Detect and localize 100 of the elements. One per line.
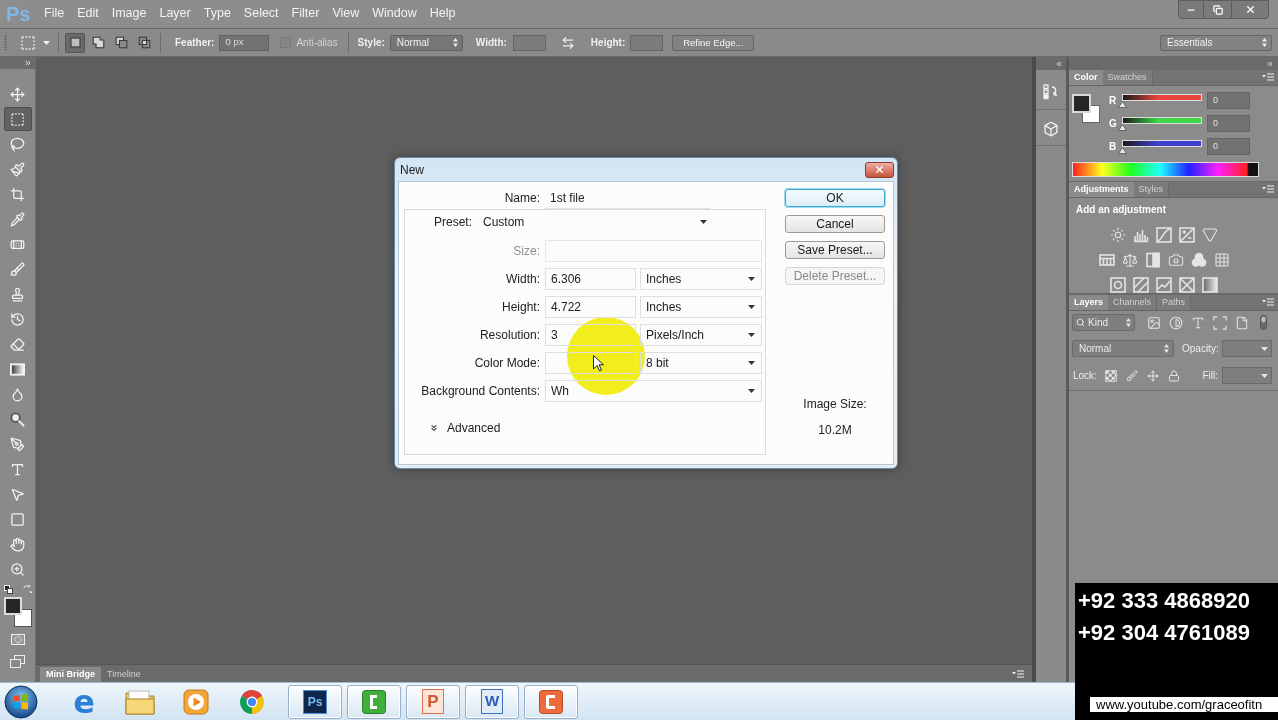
channel-value-input[interactable]: 0 bbox=[1207, 138, 1250, 155]
channel-value-input[interactable]: 0 bbox=[1207, 115, 1250, 132]
selection-mode-button[interactable] bbox=[65, 32, 85, 53]
panel-menu-icon[interactable] bbox=[1262, 73, 1274, 81]
number-input[interactable]: 6.306 bbox=[545, 268, 636, 290]
menu-item[interactable]: Image bbox=[111, 3, 147, 23]
pen-icon[interactable] bbox=[10, 436, 25, 452]
hand-icon[interactable] bbox=[10, 536, 25, 552]
expand-icon[interactable] bbox=[24, 59, 32, 67]
lock-icon[interactable] bbox=[1167, 369, 1180, 382]
menu-item[interactable]: View bbox=[332, 3, 360, 23]
menu-item[interactable]: Layer bbox=[159, 3, 191, 23]
dialog-button[interactable]: Save Preset... bbox=[785, 241, 885, 259]
plus-minus-square-icon[interactable] bbox=[1179, 226, 1195, 243]
text-icon[interactable] bbox=[10, 461, 25, 477]
bit-depth-select[interactable]: 8 bit bbox=[640, 352, 762, 374]
corner-brackets-icon[interactable] bbox=[1213, 315, 1227, 330]
panel-tab[interactable]: Color bbox=[1069, 70, 1103, 85]
panel-tab[interactable]: Adjustments bbox=[1069, 182, 1134, 197]
unit-select[interactable]: Pixels/Inch bbox=[640, 324, 762, 346]
panel-menu-icon[interactable] bbox=[1262, 298, 1274, 306]
three-circles-icon[interactable] bbox=[1190, 251, 1207, 268]
circle-square-icon[interactable] bbox=[1110, 276, 1126, 293]
zigzag-square-icon[interactable] bbox=[1156, 276, 1172, 293]
quick-mask-icon[interactable] bbox=[10, 634, 25, 645]
slider-thumb-icon[interactable] bbox=[1118, 100, 1127, 108]
lasso-icon[interactable] bbox=[10, 136, 25, 152]
droplet-icon[interactable] bbox=[10, 386, 25, 402]
feather-input[interactable]: 0 px bbox=[219, 34, 270, 51]
history-panel-icon[interactable] bbox=[1043, 83, 1059, 100]
eraser-icon[interactable] bbox=[10, 336, 25, 352]
stamp-icon[interactable] bbox=[10, 286, 25, 302]
refine-edge-button[interactable]: Refine Edge... bbox=[672, 34, 755, 51]
pointer-icon[interactable] bbox=[10, 486, 25, 502]
down-triangle-icon[interactable] bbox=[1202, 226, 1218, 243]
preset-select[interactable]: Custom bbox=[478, 211, 712, 233]
taskbar-button[interactable]: Ps bbox=[288, 684, 342, 719]
foreground-color-swatch[interactable] bbox=[1072, 94, 1091, 113]
number-input[interactable]: 4.722 bbox=[545, 296, 636, 318]
panel-tab[interactable]: Timeline bbox=[101, 667, 147, 682]
name-input[interactable]: 1st file bbox=[545, 187, 710, 209]
taskbar-button[interactable] bbox=[347, 684, 401, 719]
taskbar-button[interactable]: W bbox=[465, 684, 519, 719]
restore-button[interactable] bbox=[1204, 0, 1231, 19]
dashed-square-icon[interactable] bbox=[10, 111, 25, 127]
page-icon[interactable] bbox=[1235, 315, 1249, 330]
swap-colors-icon[interactable] bbox=[22, 584, 32, 594]
tool-preset-button[interactable] bbox=[20, 34, 50, 51]
menu-item[interactable]: Filter bbox=[291, 3, 320, 23]
gradient-square-icon[interactable] bbox=[1202, 276, 1218, 293]
lollipop-icon[interactable] bbox=[10, 411, 25, 427]
diagonal-stripe-square-icon[interactable] bbox=[1133, 276, 1149, 293]
taskbar-button[interactable] bbox=[524, 684, 578, 719]
eyedropper-icon[interactable] bbox=[10, 211, 25, 227]
dialog-close-button[interactable] bbox=[865, 161, 894, 178]
panel-tab[interactable]: Mini Bridge bbox=[40, 667, 101, 682]
paintbrush-icon[interactable] bbox=[10, 161, 25, 177]
zoom-icon[interactable] bbox=[10, 561, 25, 577]
swap-arrows-icon[interactable] bbox=[560, 35, 575, 50]
brush-icon[interactable] bbox=[10, 261, 25, 277]
close-button[interactable] bbox=[1231, 0, 1269, 19]
menu-item[interactable]: Help bbox=[429, 3, 456, 23]
layer-filter-select[interactable]: Kind bbox=[1072, 314, 1135, 331]
sun-icon[interactable] bbox=[1110, 226, 1126, 243]
panel-tab[interactable]: Paths bbox=[1157, 295, 1192, 310]
menu-item[interactable]: Select bbox=[243, 3, 279, 23]
move-icon[interactable] bbox=[10, 86, 25, 102]
move-icon[interactable] bbox=[1146, 369, 1159, 382]
collapse-icon[interactable] bbox=[1055, 59, 1063, 68]
opacity-input[interactable] bbox=[1222, 340, 1272, 357]
taskbar-button[interactable]: e bbox=[56, 684, 112, 719]
panel-tab[interactable]: Layers bbox=[1069, 295, 1109, 310]
crop-icon[interactable] bbox=[10, 186, 25, 202]
screen-mode-icon[interactable] bbox=[10, 655, 25, 668]
menu-item[interactable]: File bbox=[44, 3, 65, 23]
toggle-switch-icon[interactable] bbox=[1260, 315, 1267, 330]
color-spectrum-bar[interactable] bbox=[1072, 162, 1259, 177]
channel-value-input[interactable]: 0 bbox=[1207, 92, 1250, 109]
default-colors-icon[interactable] bbox=[3, 584, 13, 594]
cube-icon[interactable] bbox=[1043, 120, 1059, 137]
x-square-icon[interactable] bbox=[1179, 276, 1195, 293]
striped-bar-icon[interactable] bbox=[1098, 251, 1115, 268]
checkerboard-icon[interactable] bbox=[1104, 369, 1117, 382]
menu-item[interactable]: Window bbox=[372, 3, 417, 23]
curve-graph-icon[interactable] bbox=[1156, 226, 1172, 243]
menu-item[interactable]: Type bbox=[203, 3, 231, 23]
workspace-select[interactable]: Essentials bbox=[1160, 34, 1272, 51]
channel-slider-track[interactable] bbox=[1122, 93, 1202, 101]
number-input[interactable]: 3 bbox=[545, 324, 636, 346]
blend-mode-select[interactable]: Normal bbox=[1072, 340, 1174, 357]
gradient-icon[interactable] bbox=[10, 361, 25, 377]
history-icon[interactable] bbox=[10, 311, 25, 327]
mode-select[interactable] bbox=[545, 352, 636, 374]
slider-thumb-icon[interactable] bbox=[1118, 146, 1127, 154]
tool-button[interactable] bbox=[3, 107, 32, 131]
dropdown-select[interactable]: Wh bbox=[545, 380, 762, 402]
style-select[interactable]: Normal bbox=[389, 34, 463, 51]
menu-item[interactable]: Edit bbox=[77, 3, 99, 23]
fill-input[interactable] bbox=[1222, 367, 1272, 384]
panel-menu-icon[interactable] bbox=[1262, 185, 1274, 193]
